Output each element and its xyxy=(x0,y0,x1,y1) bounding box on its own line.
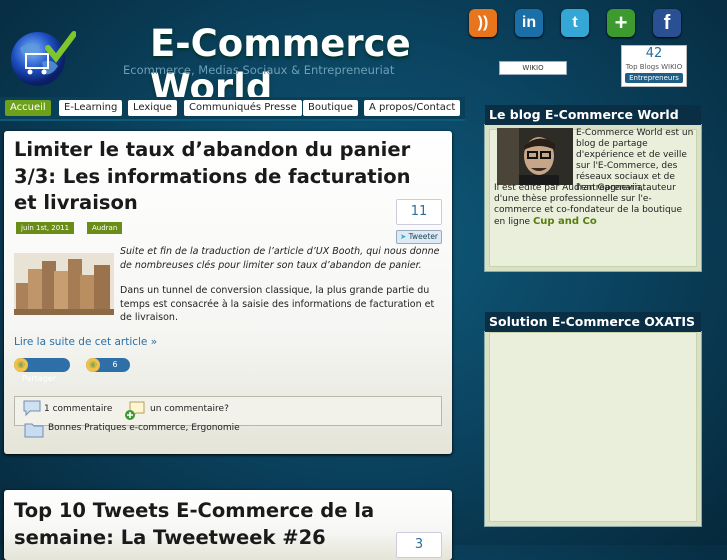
wikio-rank-number: 42 xyxy=(645,46,663,61)
widget-title: Solution E-Commerce OXATIS xyxy=(485,312,701,332)
share-count-button[interactable]: ◉ 6 xyxy=(86,358,130,372)
add-comment-link[interactable]: un commentaire? xyxy=(150,404,229,414)
rss-icon[interactable]: )) xyxy=(469,9,497,37)
author-photo xyxy=(497,128,573,185)
add-glyph: + xyxy=(614,10,628,35)
wikio-rank-widget[interactable]: 42 Top Blogs WIKIO Entrepreneurs xyxy=(621,45,687,87)
oxatis-widget: Solution E-Commerce OXATIS xyxy=(484,312,702,527)
post-card: Top 10 Tweets E-Commerce de la semaine: … xyxy=(4,490,452,560)
category-separator: , xyxy=(185,423,189,433)
nav-a-propos-contact[interactable]: A propos/Contact xyxy=(364,100,461,116)
facebook-icon[interactable]: f xyxy=(653,9,681,37)
comment-bubble-icon xyxy=(23,400,41,417)
folder-icon xyxy=(24,423,44,438)
nav-accueil[interactable]: Accueil xyxy=(5,100,51,116)
share-icon: ◉ xyxy=(14,358,28,372)
widget-title: Le blog E-Commerce World xyxy=(485,105,701,125)
nav-lexique[interactable]: Lexique xyxy=(128,100,177,116)
share-button-label: Partager xyxy=(22,374,56,383)
post-card: Limiter le taux d’abandon du panier 3/3:… xyxy=(4,131,452,454)
wikio-label: WIKIO xyxy=(522,64,544,72)
wikio-rank-label: Top Blogs WIKIO xyxy=(625,63,683,71)
site-tagline: Ecommerce, Medias Sociaux & Entrepreneur… xyxy=(123,63,395,77)
tweet-button[interactable]: ➤ Tweeter xyxy=(396,230,442,244)
category-link[interactable]: Bonnes Pratiques e-commerce xyxy=(48,423,186,433)
blog-intro-author: Il est édité par Audran Gagnevin, auteur… xyxy=(494,183,694,228)
share-count-icon: ◉ xyxy=(86,358,100,372)
tweet-button-label: Tweeter xyxy=(408,232,439,241)
wikio-badge[interactable]: WIKIO xyxy=(499,61,567,75)
post-excerpt: Suite et fin de la traduction de l’artic… xyxy=(120,246,440,271)
linkedin-glyph: in xyxy=(521,14,537,31)
post-date: juin 1st, 2011 xyxy=(16,222,75,234)
main-nav: Accueil E-Learning Lexique Communiqués P… xyxy=(0,97,465,121)
add-comment-icon xyxy=(125,401,145,420)
wikio-rank-category: Entrepreneurs xyxy=(625,73,683,83)
globe-cart-logo[interactable] xyxy=(6,26,76,88)
oxatis-ad-area[interactable] xyxy=(489,332,697,522)
twitter-icon[interactable]: t xyxy=(561,9,589,37)
twitter-glyph: t xyxy=(572,14,578,31)
read-more-link[interactable]: Lire la suite de cet article » xyxy=(14,336,157,348)
cardboard-boxes-image[interactable] xyxy=(14,253,114,315)
cup-and-co-link[interactable]: Cup and Co xyxy=(533,216,597,227)
post-title[interactable]: Limiter le taux d’abandon du panier 3/3:… xyxy=(14,137,414,217)
facebook-glyph: f xyxy=(663,11,671,34)
twitter-bird-icon: ➤ xyxy=(399,232,407,241)
nav-e-learning[interactable]: E-Learning xyxy=(59,100,123,116)
nav-communiques-presse[interactable]: Communiqués Presse xyxy=(184,100,302,116)
tweet-count[interactable]: 11 xyxy=(396,199,442,225)
linkedin-icon[interactable]: in xyxy=(515,9,543,37)
post-author[interactable]: Audran xyxy=(87,222,123,234)
share-count: 6 xyxy=(112,360,118,369)
comment-count-link[interactable]: 1 commentaire xyxy=(44,404,112,414)
nav-boutique[interactable]: Boutique xyxy=(303,100,358,116)
post-title[interactable]: Top 10 Tweets E-Commerce de la semaine: … xyxy=(14,498,414,551)
category-link[interactable]: Ergonomie xyxy=(191,423,239,433)
post-categories: Bonnes Pratiques e-commerce, Ergonomie xyxy=(48,423,240,433)
post-body: Dans un tunnel de conversion classique, … xyxy=(120,285,435,323)
rss-glyph: )) xyxy=(477,14,489,31)
add-icon[interactable]: + xyxy=(607,9,635,37)
tweet-count[interactable]: 3 xyxy=(396,532,442,558)
share-button[interactable]: ◉ Partager xyxy=(14,358,70,383)
